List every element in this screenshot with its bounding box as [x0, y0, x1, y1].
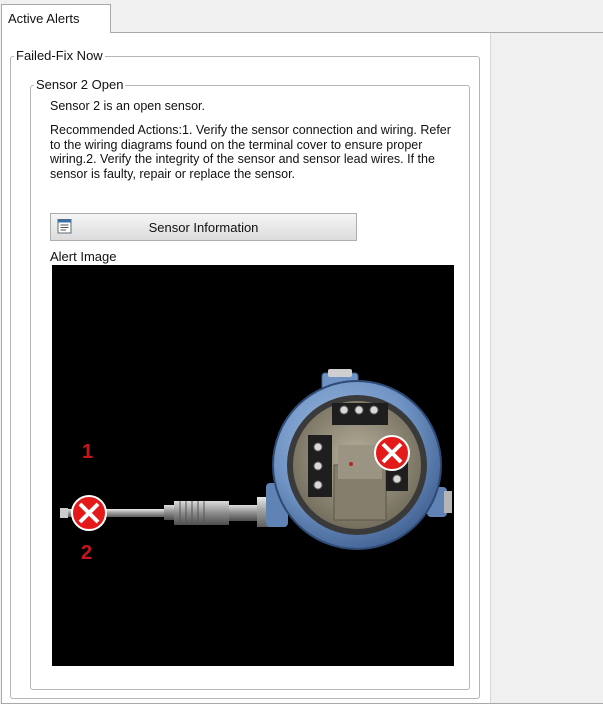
alert-image-label: Alert Image: [50, 249, 117, 264]
sensor-information-label: Sensor Information: [148, 219, 259, 235]
error-x-icon: [374, 435, 410, 471]
transmitter-illustration: 1 2: [60, 369, 452, 564]
alert-image: 1 2: [52, 265, 454, 666]
tab-active-alerts[interactable]: Active Alerts: [1, 4, 111, 33]
sensor-information-button[interactable]: Sensor Information: [50, 213, 357, 241]
alert-summary: Sensor 2 is an open sensor.: [50, 99, 205, 113]
failed-fix-now-legend: Failed-Fix Now: [16, 48, 103, 63]
error-x-icon: [71, 495, 107, 531]
active-alerts-panel: Failed-Fix Now Sensor 2 Open Sensor 2 is…: [1, 32, 603, 704]
transmitter-housing: [266, 369, 452, 550]
wire-label-1: 1: [82, 441, 93, 463]
info-sheet-icon: [57, 219, 72, 234]
panel-right-area: [490, 33, 603, 703]
recommended-actions: Recommended Actions:1. Verify the sensor…: [50, 123, 451, 181]
wire-label-2: 2: [81, 542, 92, 564]
sensor-2-open-legend: Sensor 2 Open: [36, 77, 124, 92]
